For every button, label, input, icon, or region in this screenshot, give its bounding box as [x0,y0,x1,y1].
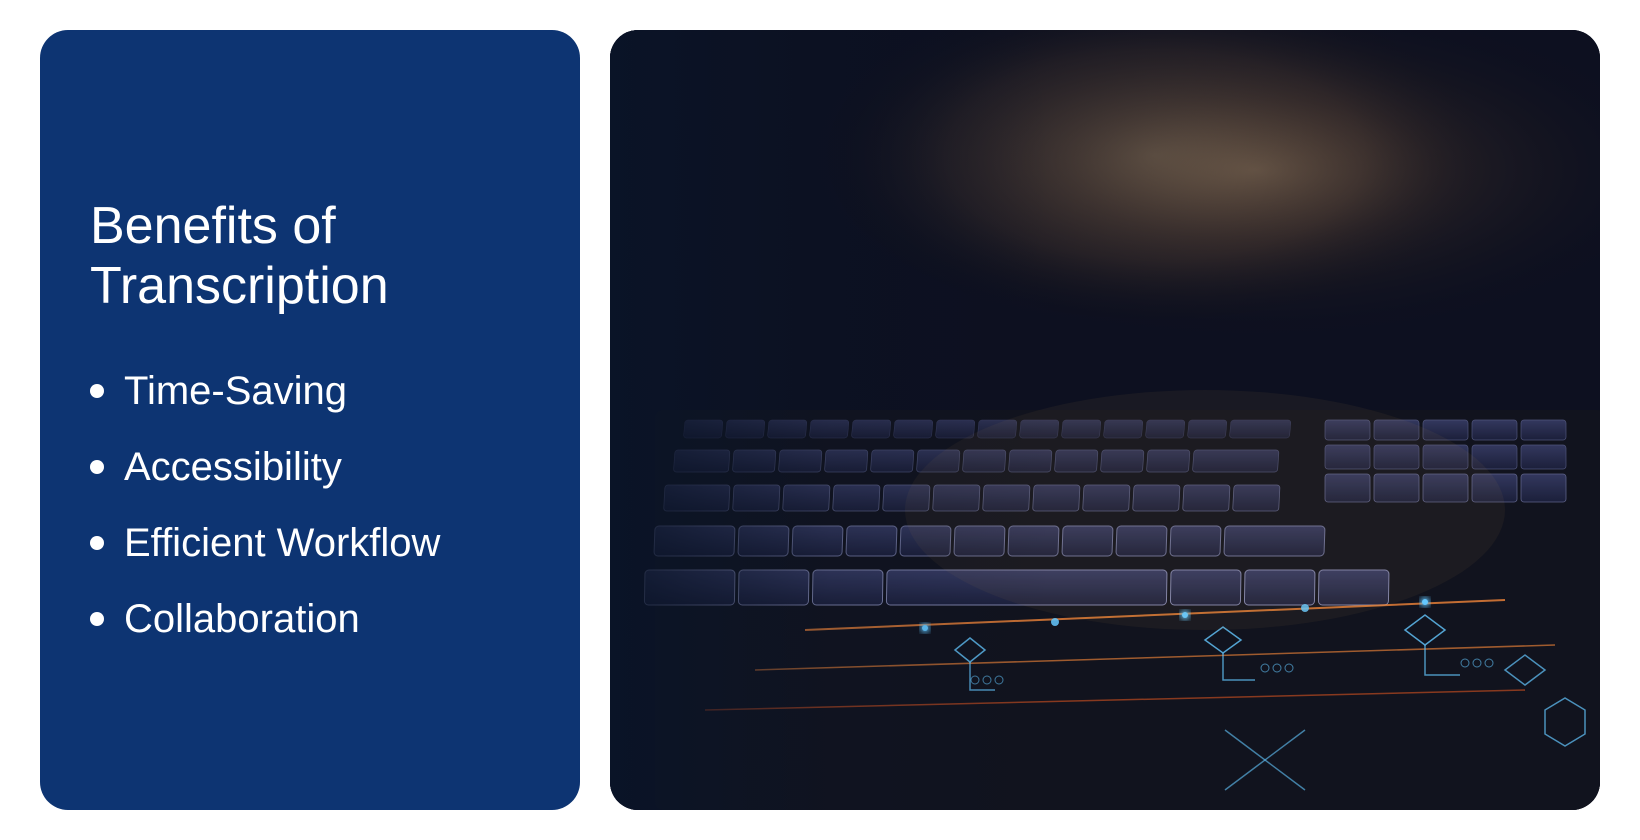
left-panel: Benefits of Transcription Time-Saving Ac… [40,30,580,810]
circuit-svg [610,30,1600,810]
bullet-dot-icon [90,460,104,474]
list-item-time-saving: Time-Saving [90,367,530,415]
list-item-accessibility: Accessibility [90,443,530,491]
bullet-dot-icon [90,612,104,626]
benefit-label: Time-Saving [124,367,347,415]
main-container: Benefits of Transcription Time-Saving Ac… [40,30,1600,810]
title-block: Benefits of Transcription [90,197,530,317]
list-item-efficient-workflow: Efficient Workflow [90,519,530,567]
benefits-list: Time-Saving Accessibility Efficient Work… [90,367,530,643]
benefit-label: Accessibility [124,443,342,491]
title-line1: Benefits of [90,197,530,257]
bullet-dot-icon [90,384,104,398]
benefit-label: Collaboration [124,595,360,643]
tech-image: Interface.OnClickListener { dial () .obs… [610,30,1600,810]
bullet-dot-icon [90,536,104,550]
title-line2: Transcription [90,257,530,317]
list-item-collaboration: Collaboration [90,595,530,643]
right-panel: Interface.OnClickListener { dial () .obs… [610,30,1600,810]
benefit-label: Efficient Workflow [124,519,440,567]
